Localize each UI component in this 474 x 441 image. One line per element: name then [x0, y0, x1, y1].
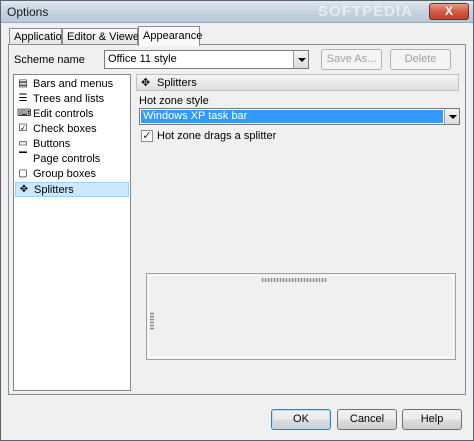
- section-title: Splitters: [157, 77, 197, 89]
- scheme-name-value: Office 11 style: [108, 53, 177, 65]
- preview-area: [148, 275, 454, 358]
- sidebar-item-group-boxes[interactable]: ▢ Group boxes: [15, 167, 129, 182]
- hot-zone-drag-label: Hot zone drags a splitter: [157, 130, 277, 142]
- sidebar-item-label: Trees and lists: [33, 93, 105, 105]
- group-box-icon: ▢: [18, 168, 28, 179]
- splitter-preview: [146, 273, 456, 360]
- sidebar-item-trees-lists[interactable]: ☰ Trees and lists: [15, 92, 129, 107]
- sidebar-item-label: Check boxes: [33, 123, 97, 135]
- hot-zone-style-value: Windows XP task bar: [141, 110, 443, 123]
- horizontal-splitter-grip[interactable]: [261, 278, 327, 282]
- hot-zone-drag-checkbox[interactable]: ✓: [141, 130, 153, 142]
- sidebar-item-buttons[interactable]: ▭ Buttons: [15, 137, 129, 152]
- dialog-footer: OK Cancel Help: [1, 398, 473, 440]
- sidebar-item-splitters[interactable]: ✥ Splitters: [15, 182, 129, 197]
- checkbox-icon: ☑: [18, 123, 28, 134]
- splitter-icon: ✥: [19, 184, 29, 195]
- ok-button[interactable]: OK: [271, 409, 331, 430]
- help-button[interactable]: Help: [402, 409, 462, 430]
- scheme-name-label: Scheme name: [14, 54, 85, 66]
- vertical-splitter-grip[interactable]: [150, 312, 154, 330]
- sidebar-item-check-boxes[interactable]: ☑ Check boxes: [15, 122, 129, 137]
- sidebar-item-label: Buttons: [33, 138, 71, 150]
- watermark: SOFTPEDIA: [318, 3, 413, 20]
- delete-button[interactable]: Delete: [390, 49, 451, 70]
- save-as-button[interactable]: Save As...: [321, 49, 382, 70]
- sidebar-item-label: Bars and menus: [33, 78, 114, 90]
- splitter-icon: ✥: [141, 77, 151, 89]
- bars-menu-icon: ▤: [18, 78, 28, 89]
- tab-editor-viewers[interactable]: Editor & Viewers: [62, 28, 148, 45]
- sidebar-item-edit-controls[interactable]: ⌨ Edit controls: [15, 107, 129, 122]
- tab-application[interactable]: Application: [9, 28, 68, 45]
- page-control-icon: ▔: [19, 153, 27, 164]
- title-bar[interactable]: Options SOFTPEDIA X: [1, 1, 473, 23]
- appearance-panel: Scheme name Office 11 style Save As... D…: [8, 44, 466, 395]
- window-title: Options: [7, 5, 49, 19]
- hot-zone-style-label: Hot zone style: [139, 95, 209, 107]
- tab-appearance[interactable]: Appearance: [138, 26, 202, 46]
- sidebar-item-page-controls[interactable]: ▔ Page controls: [15, 152, 129, 167]
- chevron-down-icon[interactable]: [293, 51, 308, 68]
- section-header: ✥ Splitters: [136, 74, 459, 91]
- scheme-name-select[interactable]: Office 11 style: [104, 50, 309, 69]
- cancel-button[interactable]: Cancel: [337, 409, 397, 430]
- chevron-down-icon[interactable]: [444, 109, 459, 124]
- sidebar-item-label: Splitters: [34, 184, 74, 196]
- button-icon: ▭: [18, 138, 28, 149]
- sidebar-item-label: Edit controls: [33, 108, 94, 120]
- options-dialog: Options SOFTPEDIA X Application Editor &…: [0, 0, 474, 441]
- sidebar-item-bars-menus[interactable]: ▤ Bars and menus: [15, 77, 129, 92]
- sidebar-item-label: Group boxes: [33, 168, 96, 180]
- category-list: ▤ Bars and menus ☰ Trees and lists ⌨ Edi…: [13, 74, 131, 391]
- edit-control-icon: ⌨: [17, 108, 32, 119]
- tree-list-icon: ☰: [18, 93, 28, 104]
- hot-zone-style-select[interactable]: Windows XP task bar: [139, 108, 460, 125]
- sidebar-item-label: Page controls: [33, 153, 101, 165]
- close-button[interactable]: X: [429, 3, 469, 20]
